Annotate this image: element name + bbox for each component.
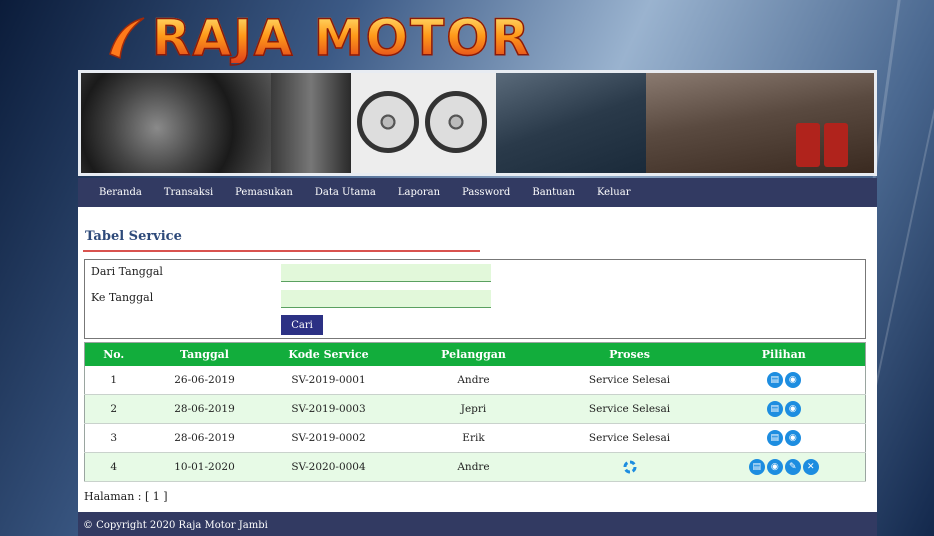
loading-icon[interactable] xyxy=(622,459,638,475)
table-row: 1 26-06-2019 SV-2019-0001 Andre Service … xyxy=(84,365,866,395)
to-date-label: Ke Tanggal xyxy=(91,291,154,304)
cell-kode: SV-2019-0003 xyxy=(266,394,391,424)
col-no: No. xyxy=(84,342,143,366)
table-header-row: No. Tanggal Kode Service Pelanggan Prose… xyxy=(84,342,866,366)
cell-tanggal: 28-06-2019 xyxy=(142,394,267,424)
print-icon[interactable]: ▤ xyxy=(766,401,783,417)
edit-icon[interactable]: ✎ xyxy=(784,459,801,475)
cell-tanggal: 10-01-2020 xyxy=(142,452,267,482)
cell-proses: Service Selesai xyxy=(556,365,703,395)
drum-icon xyxy=(796,123,820,167)
title-underline xyxy=(83,250,480,252)
main-nav: Beranda Transaksi Pemasukan Data Utama L… xyxy=(78,178,877,207)
banner-photo-garage xyxy=(496,73,646,173)
print-icon[interactable]: ▤ xyxy=(766,371,783,388)
drum-icon xyxy=(824,123,848,167)
wheel-icon xyxy=(357,91,419,153)
view-icon[interactable]: ◉ xyxy=(784,430,801,446)
wheel-icon xyxy=(425,91,487,153)
logo-swoosh-icon xyxy=(109,17,145,60)
col-pelanggan: Pelanggan xyxy=(390,342,557,366)
cell-pelanggan: Andre xyxy=(390,365,557,395)
col-proses: Proses xyxy=(556,342,703,366)
cell-actions: ▤ ◉ xyxy=(702,394,866,424)
cell-no: 1 xyxy=(84,365,143,395)
nav-bantuan[interactable]: Bantuan xyxy=(521,187,586,198)
nav-password[interactable]: Password xyxy=(451,187,521,198)
logo: RAJA MOTOR xyxy=(106,8,531,68)
view-icon[interactable]: ◉ xyxy=(784,401,801,417)
service-table: No. Tanggal Kode Service Pelanggan Prose… xyxy=(84,342,866,482)
cell-no: 3 xyxy=(84,423,143,453)
pagination: Halaman : [ 1 ] xyxy=(84,490,168,503)
search-button[interactable]: Cari xyxy=(281,315,323,335)
col-kode-service: Kode Service xyxy=(266,342,391,366)
cell-no: 4 xyxy=(84,452,143,482)
cell-pelanggan: Erik xyxy=(390,423,557,453)
footer: © Copyright 2020 Raja Motor Jambi xyxy=(78,512,877,536)
cell-kode: SV-2020-0004 xyxy=(266,452,391,482)
table-row: 2 28-06-2019 SV-2019-0003 Jepri Service … xyxy=(84,394,866,424)
nav-transaksi[interactable]: Transaksi xyxy=(153,187,224,198)
cell-kode: SV-2019-0001 xyxy=(266,365,391,395)
banner-photo-brake xyxy=(81,73,271,173)
print-icon[interactable]: ▤ xyxy=(766,430,783,446)
cell-kode: SV-2019-0002 xyxy=(266,423,391,453)
cell-actions: ▤ ◉ xyxy=(702,365,866,395)
to-date-input[interactable] xyxy=(281,290,491,308)
delete-icon[interactable]: ✕ xyxy=(802,459,819,475)
main-content: Tabel Service Dari Tanggal Ke Tanggal Ca… xyxy=(78,207,877,512)
from-date-label: Dari Tanggal xyxy=(91,265,163,278)
page-title: Tabel Service xyxy=(85,229,182,244)
banner-photo-workshop xyxy=(646,73,874,173)
print-icon[interactable]: ▤ xyxy=(748,459,765,475)
col-pilihan: Pilihan xyxy=(702,342,866,366)
view-icon[interactable]: ◉ xyxy=(766,459,783,475)
page: RAJA MOTOR Beranda Transaksi Pemasukan D… xyxy=(78,0,877,536)
cell-tanggal: 26-06-2019 xyxy=(142,365,267,395)
table-row: 4 10-01-2020 SV-2020-0004 Andre ▤ ◉ ✎ ✕ xyxy=(84,452,866,482)
from-date-input[interactable] xyxy=(281,264,491,282)
nav-laporan[interactable]: Laporan xyxy=(387,187,451,198)
table-row: 3 28-06-2019 SV-2019-0002 Erik Service S… xyxy=(84,423,866,453)
cell-proses: Service Selesai xyxy=(556,394,703,424)
banner-photo-wheels xyxy=(351,73,496,173)
cell-proses xyxy=(556,452,703,482)
cell-actions: ▤ ◉ ✎ ✕ xyxy=(702,452,866,482)
header-banner xyxy=(78,70,877,176)
banner-photo-chain xyxy=(271,73,351,173)
cell-proses: Service Selesai xyxy=(556,423,703,453)
nav-pemasukan[interactable]: Pemasukan xyxy=(224,187,304,198)
date-filter-form: Dari Tanggal Ke Tanggal Cari xyxy=(84,259,866,339)
logo-text: RAJA MOTOR xyxy=(151,9,532,67)
cell-no: 2 xyxy=(84,394,143,424)
col-tanggal: Tanggal xyxy=(142,342,267,366)
nav-data-utama[interactable]: Data Utama xyxy=(304,187,387,198)
nav-beranda[interactable]: Beranda xyxy=(88,187,153,198)
nav-keluar[interactable]: Keluar xyxy=(586,187,642,198)
cell-actions: ▤ ◉ xyxy=(702,423,866,453)
cell-tanggal: 28-06-2019 xyxy=(142,423,267,453)
cell-pelanggan: Andre xyxy=(390,452,557,482)
view-icon[interactable]: ◉ xyxy=(784,371,801,388)
cell-pelanggan: Jepri xyxy=(390,394,557,424)
